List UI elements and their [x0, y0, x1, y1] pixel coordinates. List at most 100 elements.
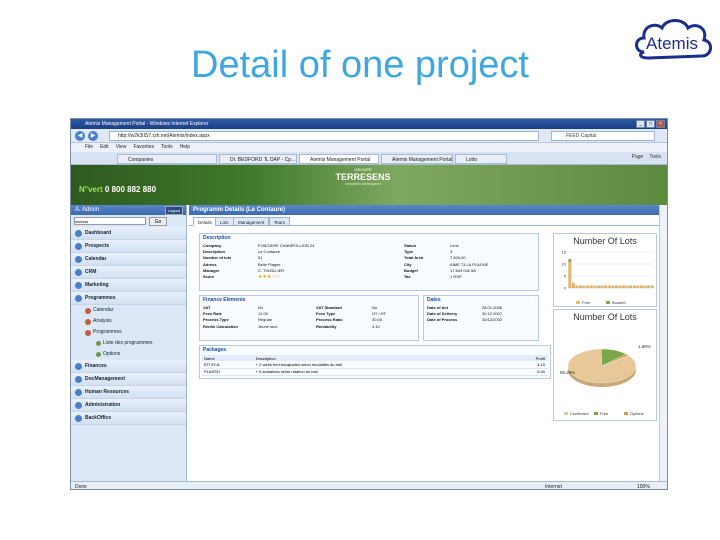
- phone-number: N°vert 0 800 882 880: [79, 185, 156, 194]
- close-button[interactable]: ×: [656, 120, 665, 128]
- dates-values: 28.01.2006 30.12.2007 30/12/2002: [482, 305, 536, 324]
- menu-edit[interactable]: Edit: [100, 143, 109, 152]
- sidebar-sub-analysis[interactable]: Analysis: [71, 316, 186, 327]
- address-bar: ◀ ▶ http://w2k3IIS7.rzh.net/Atemis/index…: [71, 129, 667, 143]
- main-panel: Programm Details (Le Contaure) Details L…: [189, 205, 661, 481]
- sidebar-sub-calendar[interactable]: Calendar: [71, 305, 186, 316]
- table-row[interactable]: ETI ECA + 2 week end escapades selon mod…: [202, 361, 548, 369]
- zoom-level[interactable]: 100%: [637, 482, 650, 489]
- sidebar-item-administration[interactable]: Administration: [71, 399, 186, 412]
- back-icon[interactable]: ◀: [75, 131, 85, 141]
- finance-keys-2: VAT Standard Fees Type Process Ratio Ren…: [316, 305, 366, 330]
- legend-label: Booked: [612, 300, 626, 305]
- sidebar-item-dashboard[interactable]: Dashboard: [71, 227, 186, 240]
- bar-free: [593, 285, 597, 289]
- y-tick-label: 10: [562, 262, 567, 267]
- sidebar-item-prospects[interactable]: Prospects: [71, 240, 186, 253]
- bar-free: [579, 285, 582, 289]
- tab-team[interactable]: Team: [269, 217, 291, 226]
- legend-label: Free: [582, 300, 591, 305]
- finance-title: Finance Elements: [203, 297, 246, 303]
- user-name: A. Admin: [75, 207, 100, 213]
- sidebar-item-calendar[interactable]: Calendar: [71, 253, 186, 266]
- menu-file[interactable]: File: [85, 143, 93, 152]
- tab-details[interactable]: Details: [193, 217, 217, 226]
- packages-title: Packages: [203, 347, 227, 353]
- description-left-values: FONCIERE CHAMPOLLION 24 Le Contaure 51 B…: [258, 243, 388, 280]
- packages-table: Name Description Profit ETI ECA + 2 week…: [202, 355, 548, 376]
- forward-icon[interactable]: ▶: [88, 131, 98, 141]
- tab-portal-1[interactable]: Atemis Management Portal: [299, 154, 379, 164]
- package-name: ETI ECA: [202, 361, 254, 369]
- tab-companies[interactable]: Companies: [117, 154, 217, 164]
- finance-keys-1: VAT Fees Rate Process Type Rentis Calcul…: [203, 305, 253, 330]
- sidebar-item-finances[interactable]: Finances: [71, 360, 186, 373]
- tab-bedford[interactable]: Dr. BEDFORD 'IL DAP - Cp...: [219, 154, 297, 164]
- finance-panel: Finance Elements VAT Fees Rate Process T…: [199, 295, 419, 341]
- sidebar-search-input[interactable]: [74, 217, 146, 225]
- bar-free: [607, 285, 611, 289]
- pie-chart: 85.26% 1.68% Confirmed Free Options: [560, 344, 651, 416]
- page-menu[interactable]: Page: [632, 154, 644, 160]
- pie-chart-title: Number Of Lots: [573, 312, 637, 322]
- date-key: Date of Process: [427, 317, 458, 323]
- menu-view[interactable]: View: [116, 143, 127, 152]
- bar-free: [582, 285, 586, 289]
- y-tick-label: 5: [564, 274, 567, 279]
- sidebar-item-docmanagement[interactable]: DocManagement: [71, 373, 186, 386]
- go-button[interactable]: Go: [149, 217, 167, 226]
- menu-favorites[interactable]: Favorites: [133, 143, 154, 152]
- packages-panel: Packages Name Description Profit ETI ECA…: [199, 345, 551, 379]
- tab-management[interactable]: Management: [233, 217, 270, 226]
- sidebar-search: Go: [71, 215, 186, 227]
- description-right-values: Lens 3 7 626.00 AIME 73 LA PLAGNE 17 843…: [450, 243, 536, 280]
- detail-tabs: Details Lots Management Team: [189, 215, 661, 226]
- sidebar-item-programmes[interactable]: Programmes: [71, 292, 186, 305]
- bar-free: [611, 285, 615, 289]
- vertical-scrollbar[interactable]: [659, 205, 667, 481]
- legend-swatch: [606, 301, 610, 304]
- menu-tools[interactable]: Tools: [161, 143, 173, 152]
- sidebar-item-marketing[interactable]: Marketing: [71, 279, 186, 292]
- tab-portal-2[interactable]: Atemis Management Portal: [381, 154, 453, 164]
- logout-button[interactable]: Logout: [164, 206, 183, 215]
- legend-swatch: [576, 301, 580, 304]
- tools-menu[interactable]: Tools: [649, 154, 661, 160]
- sidebar-item-crm[interactable]: CRM: [71, 266, 186, 279]
- bar-free: [568, 261, 572, 289]
- pie-chart-panel: Number Of Lots 85.26% 1.68% Confirmed Free O…: [553, 309, 657, 421]
- bar-free: [600, 285, 604, 289]
- bar-booked: [568, 259, 572, 262]
- bar-free: [622, 285, 625, 289]
- minimize-button[interactable]: _: [636, 120, 645, 128]
- menu-help[interactable]: Help: [180, 143, 190, 152]
- atemis-logo: Atemis: [630, 12, 714, 74]
- pie-data-label: 1.68%: [638, 344, 651, 349]
- search-field[interactable]: FEED Capital: [551, 131, 655, 141]
- bar-free: [647, 285, 651, 289]
- package-name: PLASSO: [202, 368, 254, 376]
- score-stars-icon: ★★★☆☆: [258, 273, 281, 280]
- desc-key: Score: [203, 273, 215, 279]
- sidebar-sub-programmes[interactable]: Programmes: [71, 327, 186, 338]
- sidebar-subsub-options[interactable]: Options: [71, 349, 186, 360]
- sidebar-item-human-resources[interactable]: Human Resources: [71, 386, 186, 399]
- bar-free: [636, 285, 640, 289]
- legend-swatch: [564, 412, 568, 415]
- bar-free: [575, 285, 579, 289]
- sidebar-item-backoffice[interactable]: BackOffice: [71, 412, 186, 425]
- brand-name: TERRESENS: [335, 172, 391, 182]
- phone-value: 0 800 882 880: [104, 185, 157, 194]
- bar-chart-panel: Number Of Lots 15 10 5 0 Free Booked: [553, 233, 657, 307]
- sidebar-subsub-liste[interactable]: Liste des programmes: [71, 338, 186, 349]
- tab-lots[interactable]: Lots: [215, 217, 234, 226]
- url-field[interactable]: http://w2k3IIS7.rzh.net/Atemis/index.asp…: [109, 131, 539, 141]
- tab-lotto[interactable]: Lotto: [455, 154, 507, 164]
- table-row[interactable]: PLASSO + 5 semaines selon rotation du ba…: [202, 368, 548, 376]
- bar-free: [650, 285, 654, 289]
- bar-free: [632, 285, 636, 289]
- maximize-button[interactable]: □: [646, 120, 655, 128]
- site-banner: N°vert 0 800 882 880 GROUPE TERRESENS Im…: [71, 165, 667, 205]
- bar-free: [571, 283, 575, 289]
- bar-free: [597, 285, 600, 289]
